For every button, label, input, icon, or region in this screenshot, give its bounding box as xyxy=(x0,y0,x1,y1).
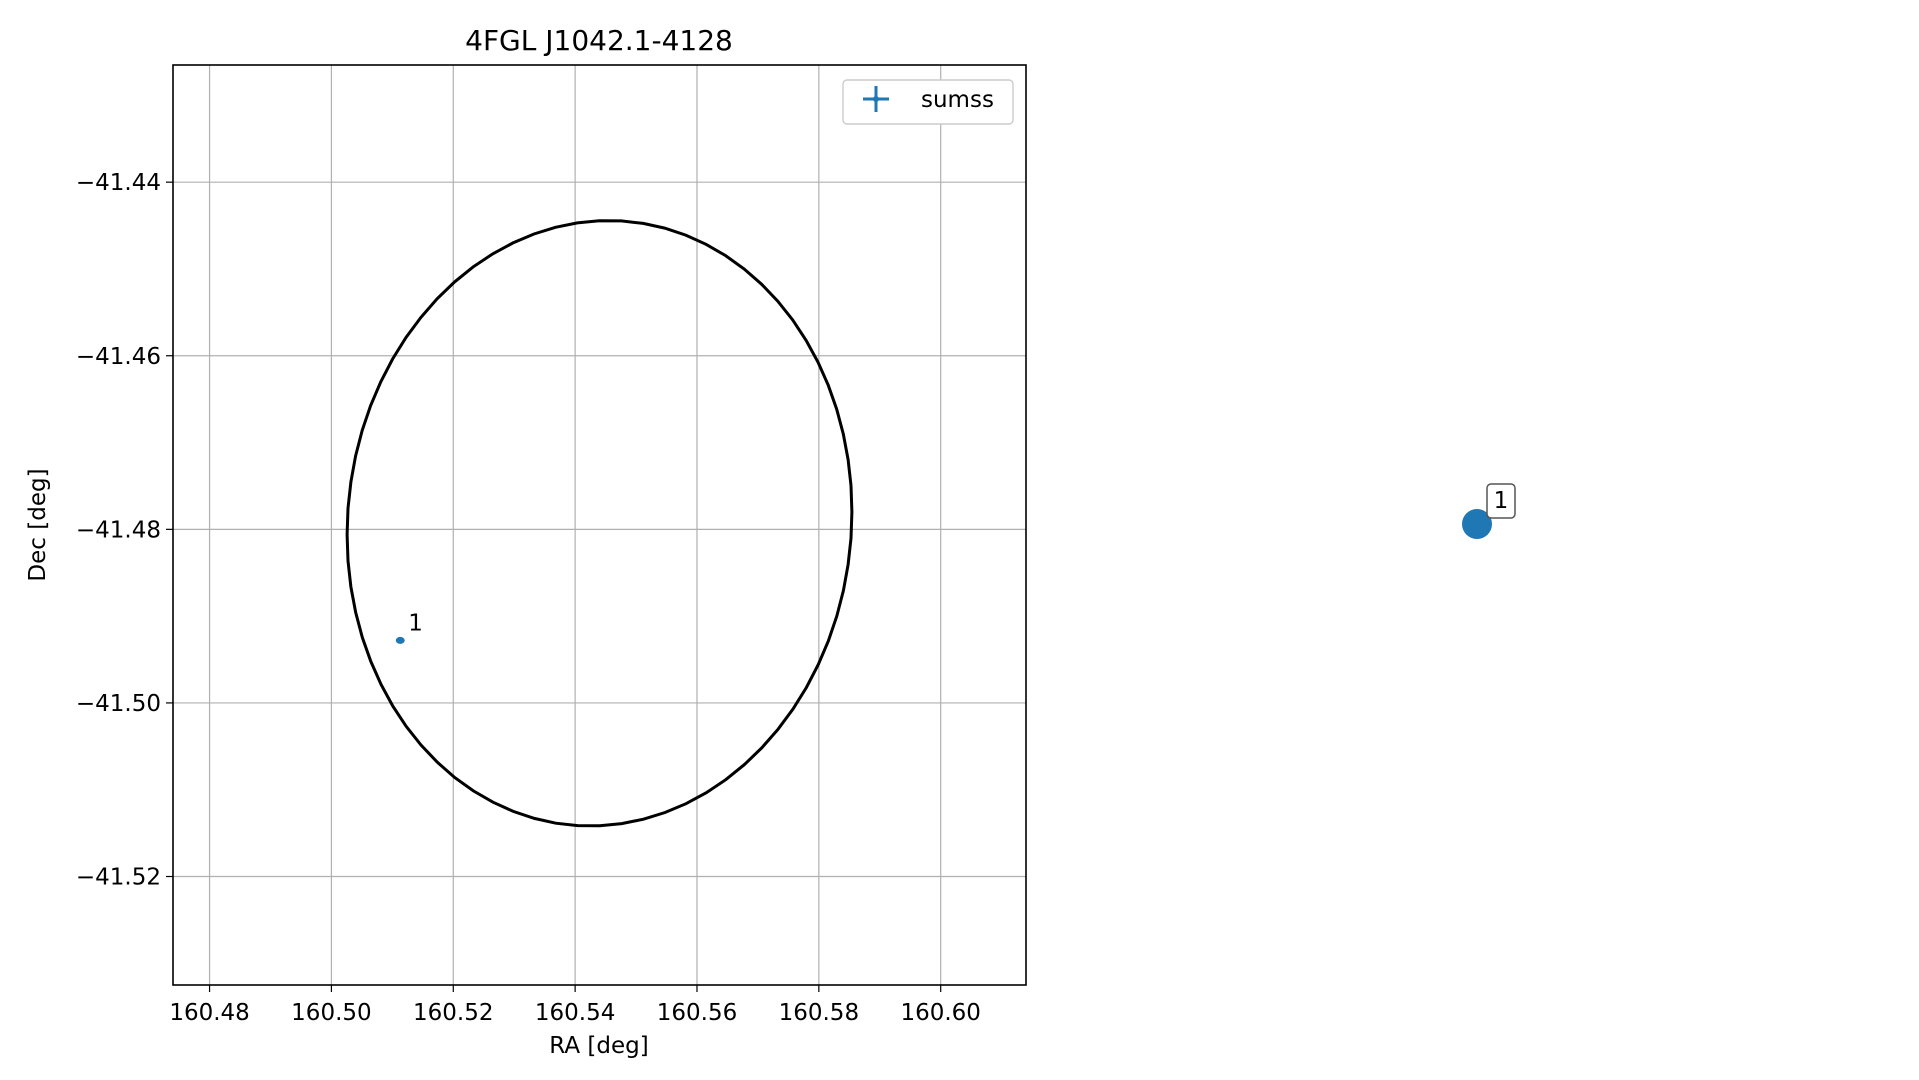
y-tick-label: −41.48 xyxy=(76,517,161,543)
x-tick-label: 160.54 xyxy=(535,1000,615,1026)
x-tick-label: 160.60 xyxy=(900,1000,980,1026)
x-tick-label: 160.52 xyxy=(413,1000,493,1026)
x-tick-label: 160.56 xyxy=(657,1000,737,1026)
source-marker-panel: 1 xyxy=(1462,483,1516,539)
x-tick-label: 160.50 xyxy=(291,1000,371,1026)
legend-label-sumss: sumss xyxy=(921,87,994,113)
source-point xyxy=(395,636,405,644)
y-axis-label: Dec [deg] xyxy=(25,468,51,581)
x-axis-label: RA [deg] xyxy=(549,1033,648,1059)
source-marker-label: 1 xyxy=(1494,488,1509,514)
plot-area xyxy=(173,65,1026,985)
legend: sumss xyxy=(842,79,1014,125)
source-point-label: 1 xyxy=(408,610,423,636)
x-tick-label: 160.58 xyxy=(779,1000,859,1026)
y-tick-label: −41.46 xyxy=(76,344,161,370)
chart-title: 4FGL J1042.1-4128 xyxy=(465,24,733,57)
main-chart: 1 160.48 160.50 160.52 160.54 160.56 160.58 16… xyxy=(25,24,1027,1059)
y-tick-label: −41.44 xyxy=(76,170,161,196)
chart-figure: 1 160.48 160.50 160.52 160.54 160.56 160.58 16… xyxy=(25,24,1516,1059)
x-tick-label: 160.48 xyxy=(169,1000,249,1026)
y-tick-label: −41.50 xyxy=(76,691,161,717)
y-tick-label: −41.52 xyxy=(76,865,161,891)
